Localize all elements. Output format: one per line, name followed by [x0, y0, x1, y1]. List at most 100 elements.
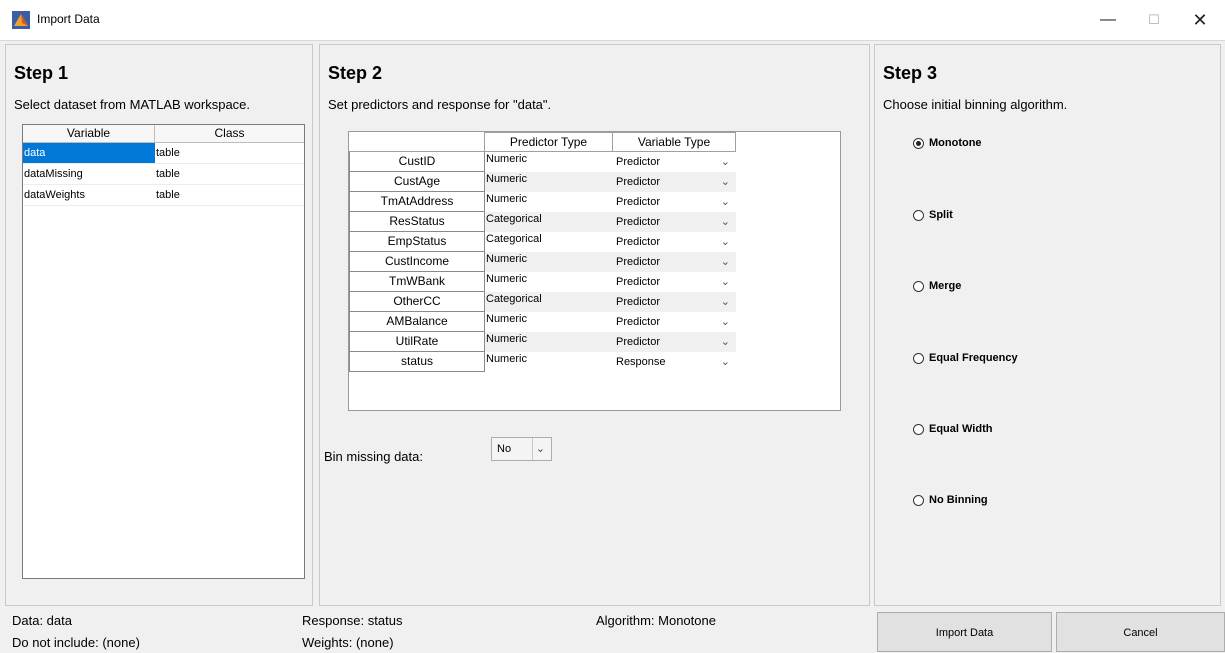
chevron-down-icon[interactable]: ⌄: [721, 332, 730, 352]
variable-type-dropdown[interactable]: Predictor ⌄: [613, 192, 736, 212]
chevron-down-icon[interactable]: ⌄: [721, 232, 730, 252]
chevron-down-icon[interactable]: ⌄: [721, 252, 730, 272]
chevron-down-icon[interactable]: ⌄: [721, 192, 730, 212]
maximize-button[interactable]: ☐: [1131, 0, 1177, 40]
predictor-type-cell[interactable]: Numeric: [485, 172, 613, 192]
variable-type-dropdown[interactable]: Predictor ⌄: [613, 292, 736, 312]
table-row[interactable]: CustAge Numeric Predictor ⌄: [349, 172, 736, 192]
variable-type-dropdown[interactable]: Predictor ⌄: [613, 212, 736, 232]
predictor-type-cell[interactable]: Numeric: [485, 272, 613, 292]
radio-icon[interactable]: [913, 209, 924, 221]
table-row[interactable]: CustIncome Numeric Predictor ⌄: [349, 252, 736, 272]
table-row[interactable]: data table: [23, 143, 304, 164]
radio-label: Merge: [929, 280, 962, 292]
table-row[interactable]: TmAtAddress Numeric Predictor ⌄: [349, 192, 736, 212]
predictor-type-cell[interactable]: Numeric: [485, 252, 613, 272]
predictor-type-cell[interactable]: Categorical: [485, 232, 613, 252]
radio-icon[interactable]: [913, 352, 924, 364]
step1-description: Select dataset from MATLAB workspace.: [14, 97, 251, 112]
radio-split[interactable]: Split: [913, 209, 953, 221]
radio-equal-frequency[interactable]: Equal Frequency: [913, 352, 1018, 364]
bin-missing-label: Bin missing data:: [324, 449, 423, 464]
radio-no-binning[interactable]: No Binning: [913, 494, 988, 506]
radio-equal-width[interactable]: Equal Width: [913, 423, 992, 435]
chevron-down-icon[interactable]: ⌄: [721, 352, 730, 372]
variable-type-value: Predictor: [616, 276, 661, 288]
predictor-table[interactable]: Predictor Type Variable Type CustID Nume…: [348, 131, 841, 411]
predictor-type-cell[interactable]: Numeric: [485, 332, 613, 352]
variable-type-value: Predictor: [616, 236, 661, 248]
variable-type-value: Predictor: [616, 156, 661, 168]
chevron-down-icon[interactable]: ⌄: [721, 312, 730, 332]
variable-type-dropdown[interactable]: Response ⌄: [613, 352, 736, 372]
radio-selected-icon[interactable]: [913, 137, 924, 149]
radio-label: Monotone: [929, 137, 982, 149]
variable-type-value: Response: [616, 356, 666, 368]
chevron-down-icon[interactable]: ⌄: [721, 152, 730, 172]
table-row[interactable]: status Numeric Response ⌄: [349, 352, 736, 372]
bin-missing-value: No: [497, 443, 512, 455]
table-row[interactable]: CustID Numeric Predictor ⌄: [349, 152, 736, 172]
radio-icon[interactable]: [913, 494, 924, 506]
predictor-rows: CustID Numeric Predictor ⌄ CustAge Numeri…: [349, 152, 736, 372]
import-data-button[interactable]: Import Data: [877, 612, 1052, 652]
predictor-type-cell[interactable]: Categorical: [485, 212, 613, 232]
step3-title: Step 3: [883, 63, 938, 83]
variable-type-dropdown[interactable]: Predictor ⌄: [613, 252, 736, 272]
table-row[interactable]: dataWeights table: [23, 185, 304, 206]
chevron-down-icon[interactable]: ⌄: [721, 172, 730, 192]
variable-cell[interactable]: dataMissing: [23, 164, 155, 184]
predictor-type-cell[interactable]: Numeric: [485, 312, 613, 332]
predictor-type-cell[interactable]: Numeric: [485, 352, 613, 372]
table-row[interactable]: TmWBank Numeric Predictor ⌄: [349, 272, 736, 292]
table-row[interactable]: UtilRate Numeric Predictor ⌄: [349, 332, 736, 352]
column-header-variable[interactable]: Variable: [23, 125, 155, 142]
radio-merge[interactable]: Merge: [913, 280, 961, 292]
variable-type-dropdown[interactable]: Predictor ⌄: [613, 232, 736, 252]
class-cell[interactable]: table: [155, 164, 304, 184]
table-row[interactable]: ResStatus Categorical Predictor ⌄: [349, 212, 736, 232]
table-row[interactable]: dataMissing table: [23, 164, 304, 185]
variable-type-dropdown[interactable]: Predictor ⌄: [613, 332, 736, 352]
class-cell[interactable]: table: [155, 185, 304, 205]
variable-type-dropdown[interactable]: Predictor ⌄: [613, 312, 736, 332]
predictor-type-cell[interactable]: Categorical: [485, 292, 613, 312]
table-row[interactable]: EmpStatus Categorical Predictor ⌄: [349, 232, 736, 252]
header-corner: [349, 132, 485, 152]
predictor-type-cell[interactable]: Numeric: [485, 152, 613, 172]
chevron-down-icon[interactable]: ⌄: [536, 438, 545, 460]
variable-type-dropdown[interactable]: Predictor ⌄: [613, 272, 736, 292]
dataset-table[interactable]: Variable Class data table dataMissing ta…: [22, 124, 305, 579]
row-header: ResStatus: [349, 212, 485, 232]
radio-icon[interactable]: [913, 423, 924, 435]
predictor-type-cell[interactable]: Numeric: [485, 192, 613, 212]
variable-type-value: Predictor: [616, 176, 661, 188]
radio-icon[interactable]: [913, 280, 924, 292]
variable-type-dropdown[interactable]: Predictor ⌄: [613, 152, 736, 172]
chevron-down-icon[interactable]: ⌄: [721, 272, 730, 292]
chevron-down-icon[interactable]: ⌄: [721, 212, 730, 232]
row-header: status: [349, 352, 485, 372]
table-row[interactable]: AMBalance Numeric Predictor ⌄: [349, 312, 736, 332]
step3-description: Choose initial binning algorithm.: [883, 97, 1068, 112]
status-algorithm: Algorithm: Monotone: [596, 613, 716, 628]
variable-type-dropdown[interactable]: Predictor ⌄: [613, 172, 736, 192]
column-header-class[interactable]: Class: [155, 125, 304, 142]
class-cell[interactable]: table: [155, 143, 304, 163]
predictor-table-header: Predictor Type Variable Type: [349, 132, 736, 152]
column-header-predictor-type[interactable]: Predictor Type: [484, 132, 613, 152]
variable-cell[interactable]: dataWeights: [23, 185, 155, 205]
minimize-button[interactable]: —: [1085, 0, 1131, 40]
radio-label: Split: [929, 209, 953, 221]
row-header: TmAtAddress: [349, 192, 485, 212]
bin-missing-dropdown[interactable]: No ⌄: [491, 437, 552, 461]
column-header-variable-type[interactable]: Variable Type: [612, 132, 736, 152]
matlab-app-icon: [12, 11, 30, 29]
close-button[interactable]: ✕: [1177, 0, 1223, 40]
table-row[interactable]: OtherCC Categorical Predictor ⌄: [349, 292, 736, 312]
cancel-button[interactable]: Cancel: [1056, 612, 1225, 652]
radio-monotone[interactable]: Monotone: [913, 137, 982, 149]
status-weights: Weights: (none): [302, 635, 394, 650]
variable-cell[interactable]: data: [23, 143, 155, 163]
chevron-down-icon[interactable]: ⌄: [721, 292, 730, 312]
